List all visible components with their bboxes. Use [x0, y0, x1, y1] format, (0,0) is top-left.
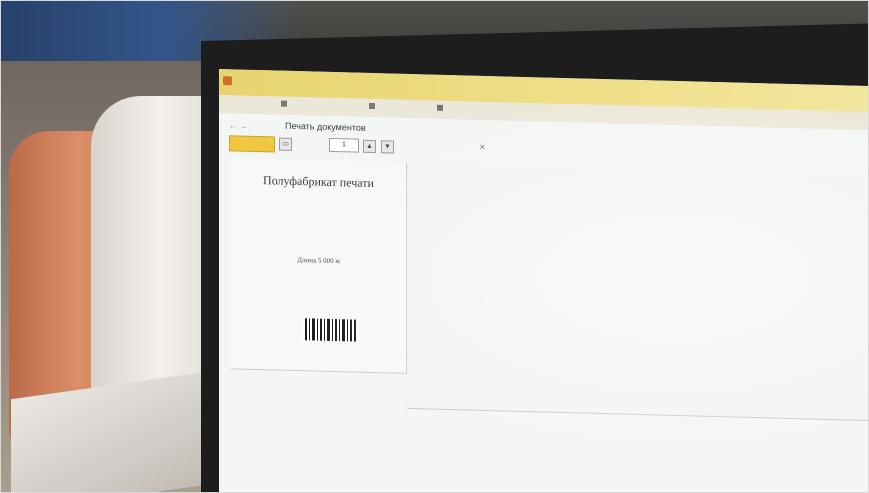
- photo-veil: [1, 1, 868, 492]
- photo: ← → Печать документов ▭ 1 ▲ ▼ ✕ Полуфабр…: [0, 0, 869, 493]
